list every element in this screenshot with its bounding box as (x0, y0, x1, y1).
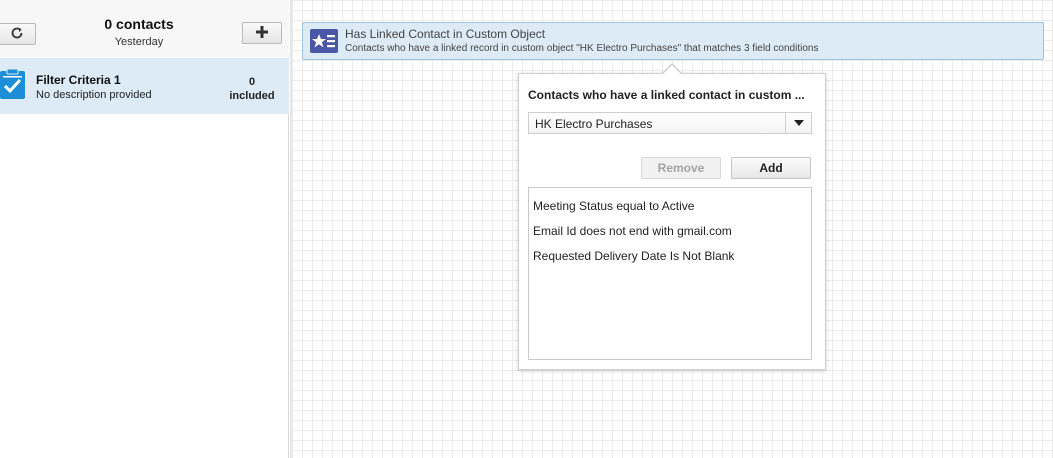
criteria-count-label: included (229, 90, 275, 102)
filter-popover: Contacts who have a linked contact in cu… (518, 73, 826, 370)
filter-card[interactable]: Has Linked Contact in Custom Object Cont… (302, 22, 1044, 60)
refresh-icon (10, 26, 24, 43)
conditions-list[interactable]: Meeting Status equal to Active Email Id … (528, 187, 812, 360)
sidebar-header: 0 contacts Yesterday (0, 0, 289, 58)
star-list-icon (310, 29, 338, 56)
condition-item[interactable]: Meeting Status equal to Active (533, 199, 694, 213)
condition-item[interactable]: Requested Delivery Date Is Not Blank (533, 249, 734, 263)
custom-object-select[interactable]: HK Electro Purchases (528, 112, 812, 134)
condition-item[interactable]: Email Id does not end with gmail.com (533, 224, 732, 238)
popover-arrow-fill (663, 65, 681, 74)
add-criteria-button[interactable] (242, 22, 282, 44)
criteria-list-item[interactable]: Filter Criteria 1 No description provide… (0, 58, 289, 114)
last-updated: Yesterday (114, 36, 164, 48)
criteria-description: No description provided (36, 89, 152, 101)
refresh-button[interactable] (0, 23, 36, 45)
popover-title: Contacts who have a linked contact in cu… (528, 88, 805, 102)
plus-icon (255, 25, 269, 42)
filter-description: Contacts who have a linked record in cus… (345, 43, 819, 54)
add-condition-button[interactable]: Add (731, 157, 811, 179)
criteria-count: 0 (248, 76, 256, 88)
criteria-title: Filter Criteria 1 (36, 73, 121, 87)
filter-title: Has Linked Contact in Custom Object (345, 27, 546, 41)
custom-object-select-value: HK Electro Purchases (535, 117, 653, 131)
caret-down-icon[interactable] (785, 113, 811, 133)
contacts-count: 0 contacts (104, 16, 174, 32)
criteria-sidebar: 0 contacts Yesterday Filter Criteria 1 N… (0, 0, 289, 458)
clipboard-check-icon (0, 68, 25, 102)
remove-condition-button[interactable]: Remove (641, 157, 721, 179)
